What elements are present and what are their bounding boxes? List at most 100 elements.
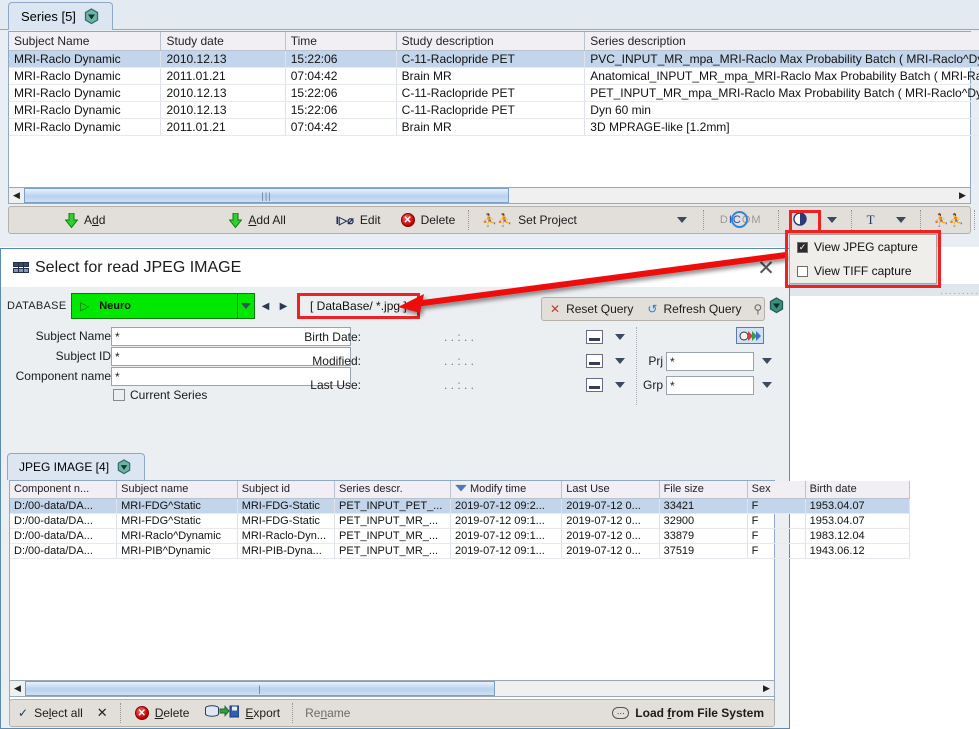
checkbox-unchecked-icon[interactable] (797, 265, 808, 277)
col-component-name[interactable]: Component n... (10, 481, 118, 499)
component-name-label: Component name (15, 369, 111, 383)
scroll-thumb[interactable]: | (25, 681, 495, 696)
table-row[interactable]: D:/00-data/DA... MRI-PIB^Dynamic MRI-PIB… (10, 543, 911, 559)
capture-view-button[interactable] (785, 207, 817, 233)
chevron-down-icon[interactable] (762, 382, 772, 388)
dicom-query-button[interactable]: DICOM (710, 207, 772, 233)
set-project-dropdown[interactable] (587, 207, 697, 233)
col-subject-id[interactable]: Subject id (237, 481, 336, 499)
table-row[interactable]: MRI-Raclo Dynamic 2011.01.21 07:04:42 Br… (9, 67, 979, 85)
query-pen-button[interactable]: ⚲ (748, 298, 769, 320)
chevron-down-icon[interactable] (615, 358, 625, 364)
cell-sex: F (747, 513, 806, 529)
scroll-track[interactable]: ||| (24, 188, 955, 203)
birth-date-label: Birth Date: (304, 330, 361, 344)
set-project-button[interactable]: ⛹⛹ Set Project (472, 207, 587, 233)
tab-jpeg-image[interactable]: JPEG IMAGE [4] (7, 453, 146, 480)
col-last-use[interactable]: Last Use (561, 481, 660, 499)
menu-item-view-jpeg-capture[interactable]: ✓ View JPEG capture (790, 235, 936, 259)
export-button[interactable]: Export (197, 700, 288, 726)
clear-selection-button[interactable]: ✕ (91, 700, 114, 726)
modified-value[interactable]: . . : . . (444, 354, 474, 368)
current-series-checkbox[interactable] (113, 389, 125, 401)
jpeg-image-grid[interactable]: Component n... Subject name Subject id S… (9, 480, 911, 707)
delete-button[interactable]: ✕ Delete (127, 700, 198, 726)
series-hscrollbar[interactable]: ◀ ||| ▶ (8, 187, 971, 204)
table-row[interactable]: MRI-Raclo Dynamic 2010.12.13 15:22:06 C-… (9, 101, 979, 119)
cell-birth-date: 1953.04.07 (805, 513, 911, 529)
table-row[interactable]: MRI-Raclo Dynamic 2011.01.21 07:04:42 Br… (9, 118, 979, 136)
refresh-query-button[interactable]: ↺ Refresh Query (641, 298, 747, 320)
col-study-description[interactable]: Study description (396, 32, 586, 51)
text-dropdown-button[interactable] (886, 207, 916, 233)
col-subject-name[interactable]: Subject name (116, 481, 238, 499)
col-file-size[interactable]: File size (659, 481, 748, 499)
table-row[interactable]: MRI-Raclo Dynamic 2010.12.13 15:22:06 C-… (9, 50, 979, 68)
current-series-label: Current Series (130, 388, 208, 402)
add-all-button[interactable]: Add All (115, 207, 295, 233)
chevron-down-icon[interactable] (615, 334, 625, 340)
select-all-button[interactable]: ✓ Select all (10, 700, 91, 726)
database-next-button[interactable]: ▶ (276, 293, 291, 319)
modified-field-button[interactable] (586, 354, 603, 368)
add-button[interactable]: Add (9, 207, 115, 233)
cell-series-description: Anatomical_INPUT_MR_mpa_MRI-Raclo Max Pr… (584, 67, 979, 85)
text-tool-button[interactable]: T (856, 207, 886, 233)
scroll-track[interactable]: | (25, 681, 759, 696)
delete-button[interactable]: ✕ Delete (391, 207, 466, 233)
col-study-date[interactable]: Study date (160, 32, 286, 51)
close-icon[interactable]: ✕ (753, 256, 779, 280)
series-grid[interactable]: Subject Name Study date Time Study descr… (8, 31, 979, 196)
tab-series[interactable]: Series [5] (8, 2, 113, 30)
birth-date-value[interactable]: . . : . . (444, 330, 474, 344)
scroll-right-icon[interactable]: ▶ (759, 681, 774, 696)
database-table-icon (13, 261, 29, 278)
cell-study-date: 2010.12.13 (160, 101, 286, 119)
table-row[interactable]: D:/00-data/DA... MRI-Raclo^Dynamic MRI-R… (10, 528, 911, 544)
table-row[interactable]: MRI-Raclo Dynamic 2010.12.13 15:22:06 C-… (9, 84, 979, 102)
table-row[interactable]: D:/00-data/DA... MRI-FDG^Static MRI-FDG-… (10, 498, 911, 514)
birth-date-field-button[interactable] (586, 330, 603, 344)
rename-button[interactable]: Rename (297, 700, 358, 726)
group-button[interactable]: ⛹⛹ (925, 207, 973, 233)
scroll-left-icon[interactable]: ◀ (9, 188, 24, 203)
reset-query-label: Reset Query (566, 302, 634, 316)
database-select[interactable]: ▷ Neuro (71, 293, 255, 319)
load-from-file-system-button[interactable]: ⋯ Load from File System (602, 700, 774, 726)
chevron-down-icon[interactable] (615, 382, 625, 388)
cell-subject-name: MRI-Raclo^Dynamic (116, 528, 238, 544)
menu-item-view-tiff-capture[interactable]: View TIFF capture (790, 259, 936, 283)
col-time[interactable]: Time (285, 32, 397, 51)
cell-time: 15:22:06 (285, 50, 397, 68)
hexagon-dropdown-icon[interactable] (83, 8, 100, 25)
ellipsis-icon: ⋯ (612, 707, 630, 719)
cell-study-description: C-11-Raclopride PET (396, 50, 586, 68)
capture-dropdown-button[interactable] (817, 207, 847, 233)
col-series-description[interactable]: Series description (584, 32, 979, 51)
edit-button[interactable]: I▷⌀ Edit (296, 207, 391, 233)
last-use-field-button[interactable] (586, 378, 603, 392)
col-sex[interactable]: Sex (747, 481, 806, 499)
chevron-down-icon[interactable] (762, 358, 772, 364)
col-modify-time[interactable]: Modify time (450, 481, 563, 499)
table-row[interactable]: D:/00-data/DA... MRI-FDG^Static MRI-FDG-… (10, 513, 911, 529)
database-prev-button[interactable]: ◀ (258, 293, 273, 319)
grp-input[interactable]: * (666, 376, 754, 395)
hexagon-dropdown-icon[interactable] (768, 297, 785, 317)
database-dropdown-arrow[interactable] (237, 293, 255, 319)
last-use-value[interactable]: . . : . . (444, 378, 474, 392)
checkbox-checked-icon[interactable]: ✓ (797, 241, 808, 253)
multi-select-icon[interactable] (736, 327, 764, 344)
prj-input[interactable]: * (666, 352, 754, 371)
col-birth-date[interactable]: Birth date (805, 481, 911, 499)
hexagon-dropdown-icon[interactable] (116, 458, 133, 476)
scroll-thumb[interactable]: ||| (24, 188, 509, 203)
jpeg-hscrollbar[interactable]: ◀ | ▶ (9, 680, 775, 697)
capture-dropdown-menu[interactable]: ✓ View JPEG capture View TIFF capture (789, 234, 937, 284)
scroll-left-icon[interactable]: ◀ (10, 681, 25, 696)
scroll-right-icon[interactable]: ▶ (955, 188, 970, 203)
col-subject-name[interactable]: Subject Name (9, 32, 162, 51)
reset-query-button[interactable]: ✕ Reset Query (542, 298, 641, 320)
cell-modify-time: 2019-07-12 09:1... (450, 543, 563, 559)
col-series-descr[interactable]: Series descr. (334, 481, 451, 499)
